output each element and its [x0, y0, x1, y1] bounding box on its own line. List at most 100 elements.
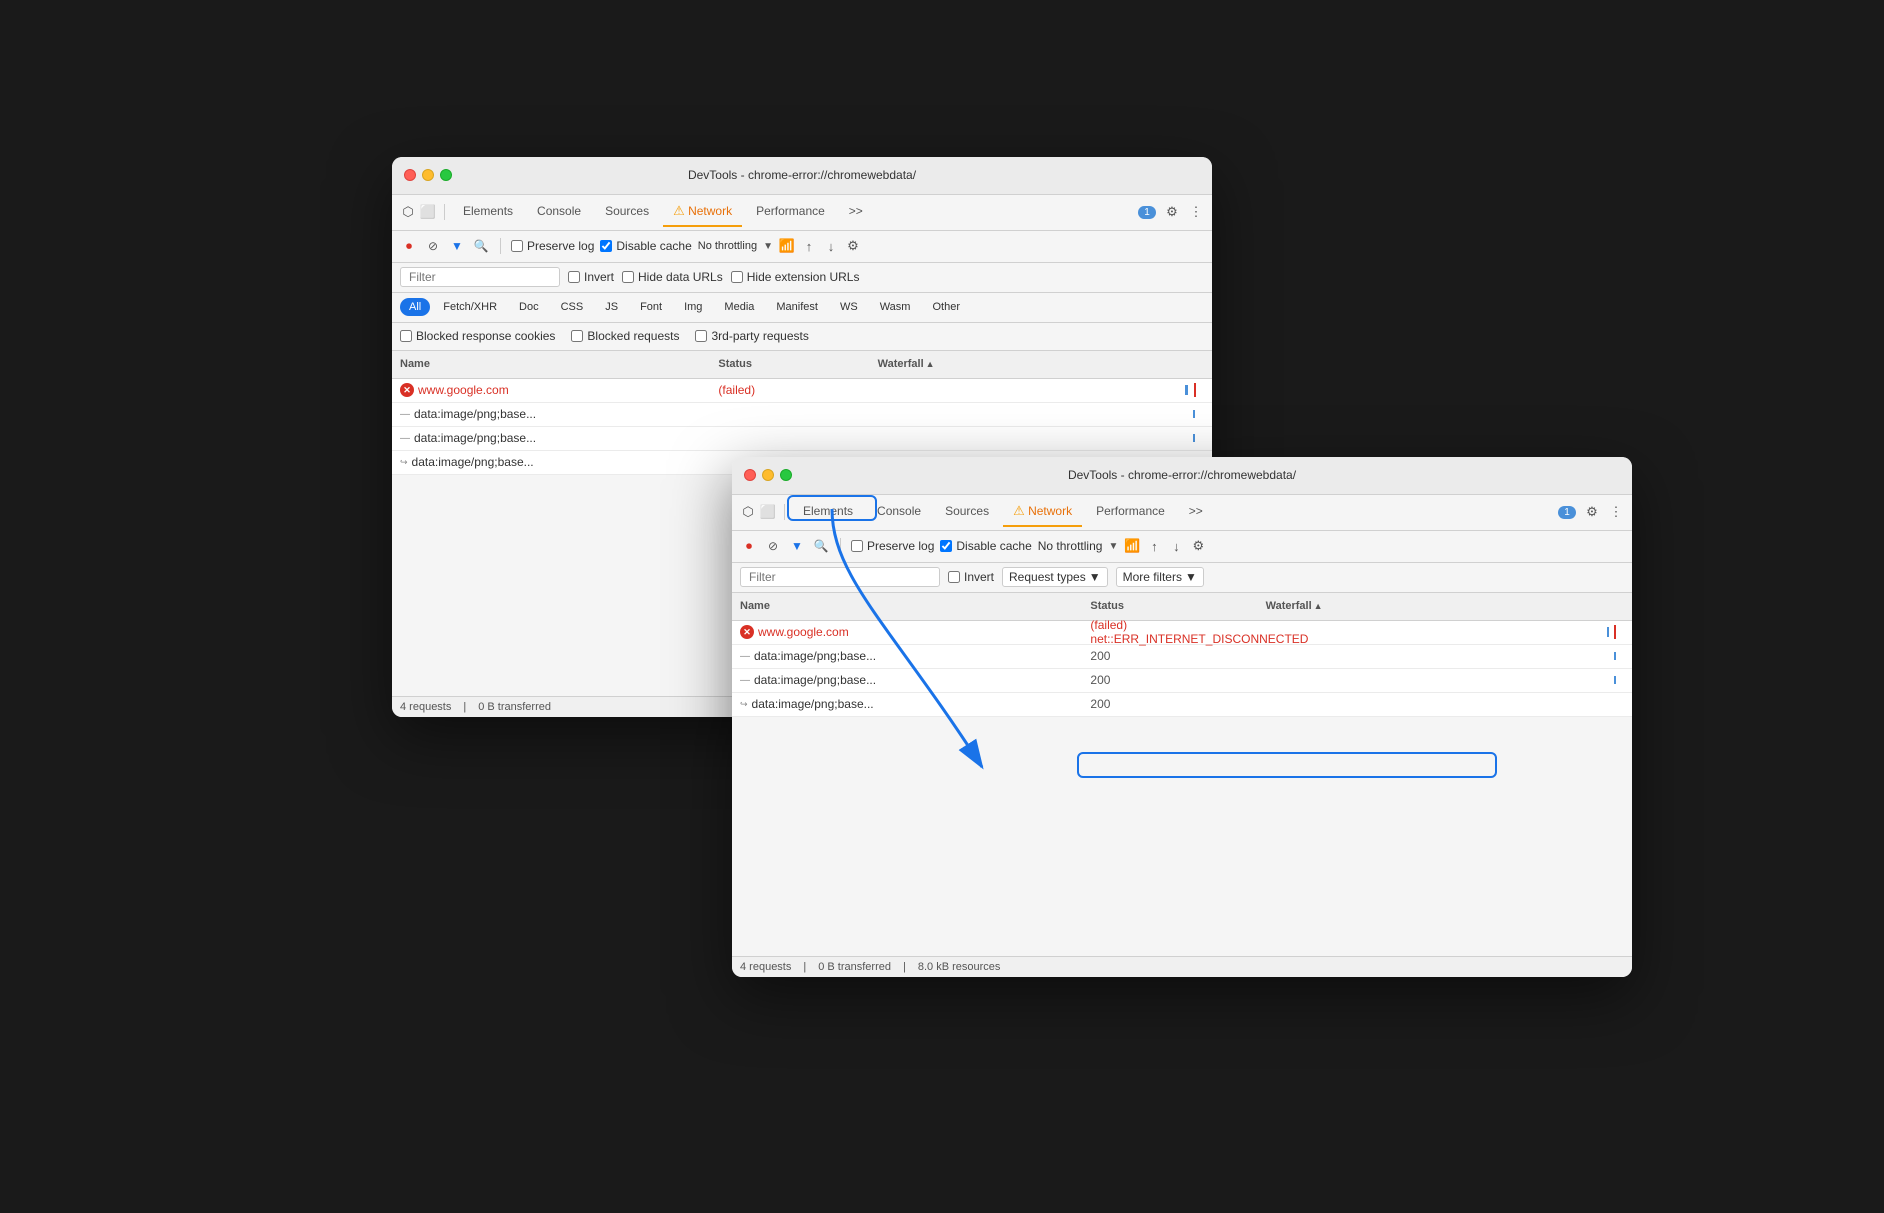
wifi-icon-2[interactable]: 📶 [1124, 538, 1140, 554]
tab-more-2[interactable]: >> [1179, 498, 1213, 526]
cursor-icon[interactable]: ⬡ [400, 204, 416, 220]
invert-checkbox-2[interactable] [948, 571, 960, 583]
settings-icon-2[interactable]: ⚙ [1584, 504, 1600, 520]
tab-more-1[interactable]: >> [839, 198, 873, 226]
col-status-header-2[interactable]: Status [1090, 600, 1265, 612]
table-row[interactable]: — data:image/png;base... 200 [732, 669, 1632, 693]
disable-cache-2[interactable]: Disable cache [940, 539, 1031, 553]
more-filters-dropdown[interactable]: More filters ▼ [1116, 567, 1204, 587]
preserve-log-2[interactable]: Preserve log [851, 539, 934, 553]
record-button-2[interactable]: ⏺ [740, 537, 758, 555]
search-icon-2[interactable]: 🔍 [812, 537, 830, 555]
filter-icon-1[interactable]: ▼ [448, 237, 466, 255]
col-name-header-2[interactable]: Name [740, 600, 1090, 612]
table-row[interactable]: — data:image/png;base... [392, 403, 1212, 427]
issues-badge-1[interactable]: 1 [1138, 206, 1156, 219]
type-btn-img-1[interactable]: Img [675, 298, 711, 316]
hide-ext-urls-1[interactable]: Hide extension URLs [731, 270, 860, 284]
third-party-checkbox-1[interactable] [695, 330, 707, 342]
filter-input-1[interactable] [400, 267, 560, 287]
table-row[interactable]: ✕ www.google.com (failed) [392, 379, 1212, 403]
maximize-button[interactable] [440, 169, 452, 181]
search-icon-1[interactable]: 🔍 [472, 237, 490, 255]
table-row[interactable]: — data:image/png;base... [392, 427, 1212, 451]
blocked-requests-1[interactable]: Blocked requests [571, 329, 679, 343]
clear-button-2[interactable]: ⊘ [764, 537, 782, 555]
tab-sources-2[interactable]: Sources [935, 498, 999, 526]
download-icon-2[interactable]: ↓ [1168, 538, 1184, 554]
tab-performance-1[interactable]: Performance [746, 198, 835, 226]
blocked-requests-checkbox-1[interactable] [571, 330, 583, 342]
table-row[interactable]: ↪ data:image/png;base... 200 [732, 693, 1632, 717]
filter-input-2[interactable] [740, 567, 940, 587]
tab-elements-1[interactable]: Elements [453, 198, 523, 226]
tab-sources-1[interactable]: Sources [595, 198, 659, 226]
close-button-2[interactable] [744, 469, 756, 481]
type-btn-media-1[interactable]: Media [715, 298, 763, 316]
tab-console-2[interactable]: Console [867, 498, 931, 526]
type-btn-doc-1[interactable]: Doc [510, 298, 548, 316]
warning-icon-1: ⚠ [673, 203, 685, 218]
preserve-log-checkbox-1[interactable] [511, 240, 523, 252]
type-btn-manifest-1[interactable]: Manifest [767, 298, 827, 316]
table-row[interactable]: ✕ www.google.com (failed) net::ERR_INTER… [732, 621, 1632, 645]
preserve-log-checkbox-2[interactable] [851, 540, 863, 552]
type-btn-wasm-1[interactable]: Wasm [871, 298, 920, 316]
settings-icon-1[interactable]: ⚙ [1164, 204, 1180, 220]
col-waterfall-header-2[interactable]: Waterfall ▲ [1266, 600, 1624, 612]
wifi-icon-1[interactable]: 📶 [779, 238, 795, 254]
tab-network-2[interactable]: ⚠ Network [1003, 497, 1082, 527]
type-btn-font-1[interactable]: Font [631, 298, 671, 316]
invert-label-2[interactable]: Invert [948, 570, 994, 584]
blocked-response-1[interactable]: Blocked response cookies [400, 329, 555, 343]
invert-label-1[interactable]: Invert [568, 270, 614, 284]
upload-icon-1[interactable]: ↑ [801, 238, 817, 254]
type-btn-fetch-1[interactable]: Fetch/XHR [434, 298, 506, 316]
settings-network-icon-1[interactable]: ⚙ [845, 238, 861, 254]
close-button[interactable] [404, 169, 416, 181]
more-icon-2[interactable]: ⋮ [1608, 504, 1624, 520]
table-row[interactable]: — data:image/png;base... 200 [732, 645, 1632, 669]
cursor-icon-2[interactable]: ⬡ [740, 504, 756, 520]
disable-cache-checkbox-1[interactable] [600, 240, 612, 252]
type-btn-js-1[interactable]: JS [596, 298, 627, 316]
third-party-1[interactable]: 3rd-party requests [695, 329, 808, 343]
type-btn-ws-1[interactable]: WS [831, 298, 867, 316]
disable-cache-1[interactable]: Disable cache [600, 239, 691, 253]
network-table-2: ✕ www.google.com (failed) net::ERR_INTER… [732, 621, 1632, 717]
hide-ext-checkbox-1[interactable] [731, 271, 743, 283]
tab-performance-2[interactable]: Performance [1086, 498, 1175, 526]
filter-icon-2[interactable]: ▼ [788, 537, 806, 555]
minimize-button[interactable] [422, 169, 434, 181]
tab-console-1[interactable]: Console [527, 198, 591, 226]
minimize-button-2[interactable] [762, 469, 774, 481]
throttle-select-1[interactable]: No throttling [698, 240, 757, 252]
throttle-label-2: No throttling [1038, 539, 1103, 553]
request-types-dropdown[interactable]: Request types ▼ [1002, 567, 1108, 587]
col-name-header-1[interactable]: Name [400, 358, 718, 370]
invert-checkbox-1[interactable] [568, 271, 580, 283]
clear-button-1[interactable]: ⊘ [424, 237, 442, 255]
upload-icon-2[interactable]: ↑ [1146, 538, 1162, 554]
inspect-icon-2[interactable]: ⬜ [760, 504, 776, 520]
maximize-button-2[interactable] [780, 469, 792, 481]
download-icon-1[interactable]: ↓ [823, 238, 839, 254]
tab-elements-2[interactable]: Elements [793, 498, 863, 526]
more-icon-1[interactable]: ⋮ [1188, 204, 1204, 220]
type-btn-other-1[interactable]: Other [923, 298, 969, 316]
record-button-1[interactable]: ⏺ [400, 237, 418, 255]
col-waterfall-header-1[interactable]: Waterfall ▲ [878, 358, 1204, 370]
type-btn-css-1[interactable]: CSS [552, 298, 593, 316]
type-btn-all-1[interactable]: All [400, 298, 430, 316]
preserve-log-1[interactable]: Preserve log [511, 239, 594, 253]
tab-network-1[interactable]: ⚠ Network [663, 197, 742, 227]
disable-cache-checkbox-2[interactable] [940, 540, 952, 552]
hide-data-urls-1[interactable]: Hide data URLs [622, 270, 723, 284]
inspect-icon[interactable]: ⬜ [420, 204, 436, 220]
issues-badge-2[interactable]: 1 [1558, 506, 1576, 519]
settings-network-icon-2[interactable]: ⚙ [1190, 538, 1206, 554]
hide-data-checkbox-1[interactable] [622, 271, 634, 283]
col-status-header-1[interactable]: Status [718, 358, 877, 370]
title-bar-1: DevTools - chrome-error://chromewebdata/ [392, 157, 1212, 195]
blocked-response-checkbox-1[interactable] [400, 330, 412, 342]
